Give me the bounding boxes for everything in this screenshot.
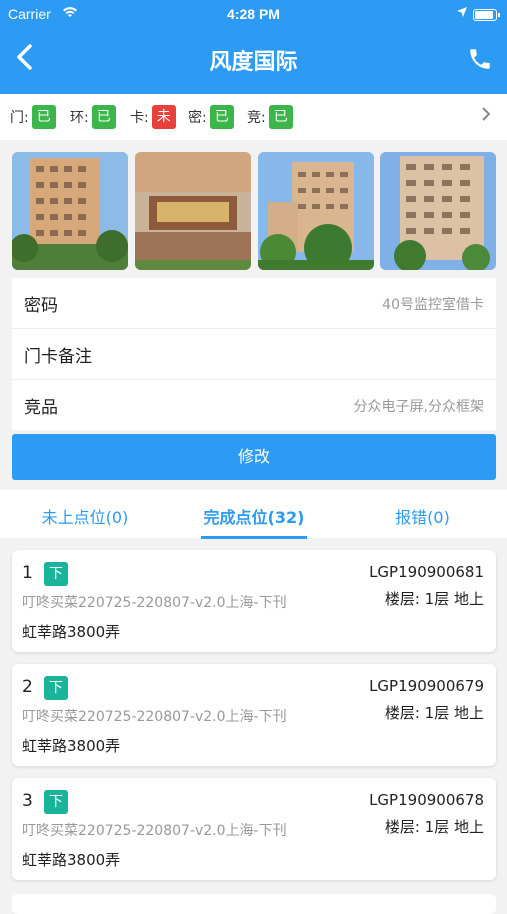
location-arrow-icon — [457, 6, 467, 20]
top-bar: Carrier 4:28 PM 风度国际 — [0, 0, 507, 94]
point-index: 1 — [22, 563, 33, 583]
floor-info: 楼层: 1层 地上 — [384, 704, 484, 722]
status-competitor: 竞: 已 — [247, 104, 293, 130]
chevron-right-icon[interactable] — [481, 106, 491, 127]
floor-info: 楼层: 1层 地上 — [384, 590, 484, 608]
status-door: 门: 已 — [10, 104, 56, 130]
battery-icon — [473, 9, 500, 21]
status-badge: 已 — [31, 105, 56, 129]
campaign-name: 叮咚买菜220725-220807-v2.0上海-下刊 — [22, 595, 287, 611]
point-index: 3 — [22, 791, 33, 811]
clock: 4:28 PM — [227, 6, 280, 22]
address: 虹莘路3800弄 — [22, 851, 121, 869]
status-tag: 下 — [44, 676, 68, 700]
tab-bar: 未上点位(0) 完成点位(32) 报错(0) — [0, 490, 507, 538]
point-index: 2 — [22, 677, 33, 697]
status-label: 卡: — [130, 110, 149, 126]
status-badge: 已 — [268, 105, 293, 129]
password-row: 密码 40号监控室借卡 — [12, 278, 496, 329]
competitor-label: 竞品 — [24, 398, 58, 418]
point-card[interactable]: 1 下 LGP190900681 叮咚买菜220725-220807-v2.0上… — [12, 550, 496, 652]
status-label: 竞: — [247, 110, 266, 126]
tab-not-installed[interactable]: 未上点位(0) — [0, 504, 170, 528]
status-badge: 未 — [151, 105, 176, 129]
status-label: 环: — [70, 110, 89, 126]
card-note-row: 门卡备注 — [12, 329, 496, 380]
entrance-photo[interactable] — [135, 152, 251, 270]
campaign-name: 叮咚买菜220725-220807-v2.0上海-下刊 — [22, 709, 287, 725]
status-password: 密: 已 — [188, 104, 234, 130]
point-code: LGP190900681 — [369, 563, 484, 581]
status-card: 卡: 未 — [130, 104, 176, 130]
point-card[interactable]: 3 下 LGP190900678 叮咚买菜220725-220807-v2.0上… — [12, 778, 496, 880]
tab-completed[interactable]: 完成点位(32) — [170, 504, 338, 528]
building-photo[interactable] — [380, 152, 496, 270]
photo-gallery — [12, 152, 496, 270]
address: 虹莘路3800弄 — [22, 623, 121, 641]
point-code: LGP190900679 — [369, 677, 484, 695]
phone-icon[interactable] — [467, 46, 493, 72]
status-ring: 环: 已 — [70, 104, 116, 130]
password-value: 40号监控室借卡 — [382, 297, 484, 313]
status-bar: Carrier 4:28 PM — [0, 4, 507, 24]
building-photo[interactable] — [12, 152, 128, 270]
nav-bar: 风度国际 — [0, 36, 507, 84]
password-label: 密码 — [24, 296, 58, 316]
status-label: 门: — [10, 110, 29, 126]
card-note-label: 门卡备注 — [24, 347, 92, 367]
competitor-row: 竞品 分众电子屏,分众框架 — [12, 380, 496, 430]
competitor-value: 分众电子屏,分众框架 — [353, 399, 484, 415]
status-label: 密: — [188, 110, 207, 126]
building-photo[interactable] — [258, 152, 374, 270]
page-title: 风度国际 — [209, 50, 298, 75]
tab-errors[interactable]: 报错(0) — [338, 504, 507, 528]
site-info-list: 密码 40号监控室借卡 门卡备注 竞品 分众电子屏,分众框架 — [12, 278, 496, 430]
status-tag: 下 — [44, 790, 68, 814]
status-badge: 已 — [209, 105, 234, 129]
status-badge: 已 — [91, 105, 116, 129]
point-card[interactable]: 2 下 LGP190900679 叮咚买菜220725-220807-v2.0上… — [12, 664, 496, 766]
edit-button[interactable]: 修改 — [12, 434, 496, 480]
install-status-row[interactable]: 门: 已 环: 已 卡: 未 密: 已 竞: 已 — [0, 94, 507, 140]
status-tag: 下 — [44, 562, 68, 586]
active-tab-indicator — [201, 536, 307, 539]
point-code: LGP190900678 — [369, 791, 484, 809]
point-card[interactable] — [12, 894, 496, 914]
address: 虹莘路3800弄 — [22, 737, 121, 755]
campaign-name: 叮咚买菜220725-220807-v2.0上海-下刊 — [22, 823, 287, 839]
floor-info: 楼层: 1层 地上 — [384, 818, 484, 836]
